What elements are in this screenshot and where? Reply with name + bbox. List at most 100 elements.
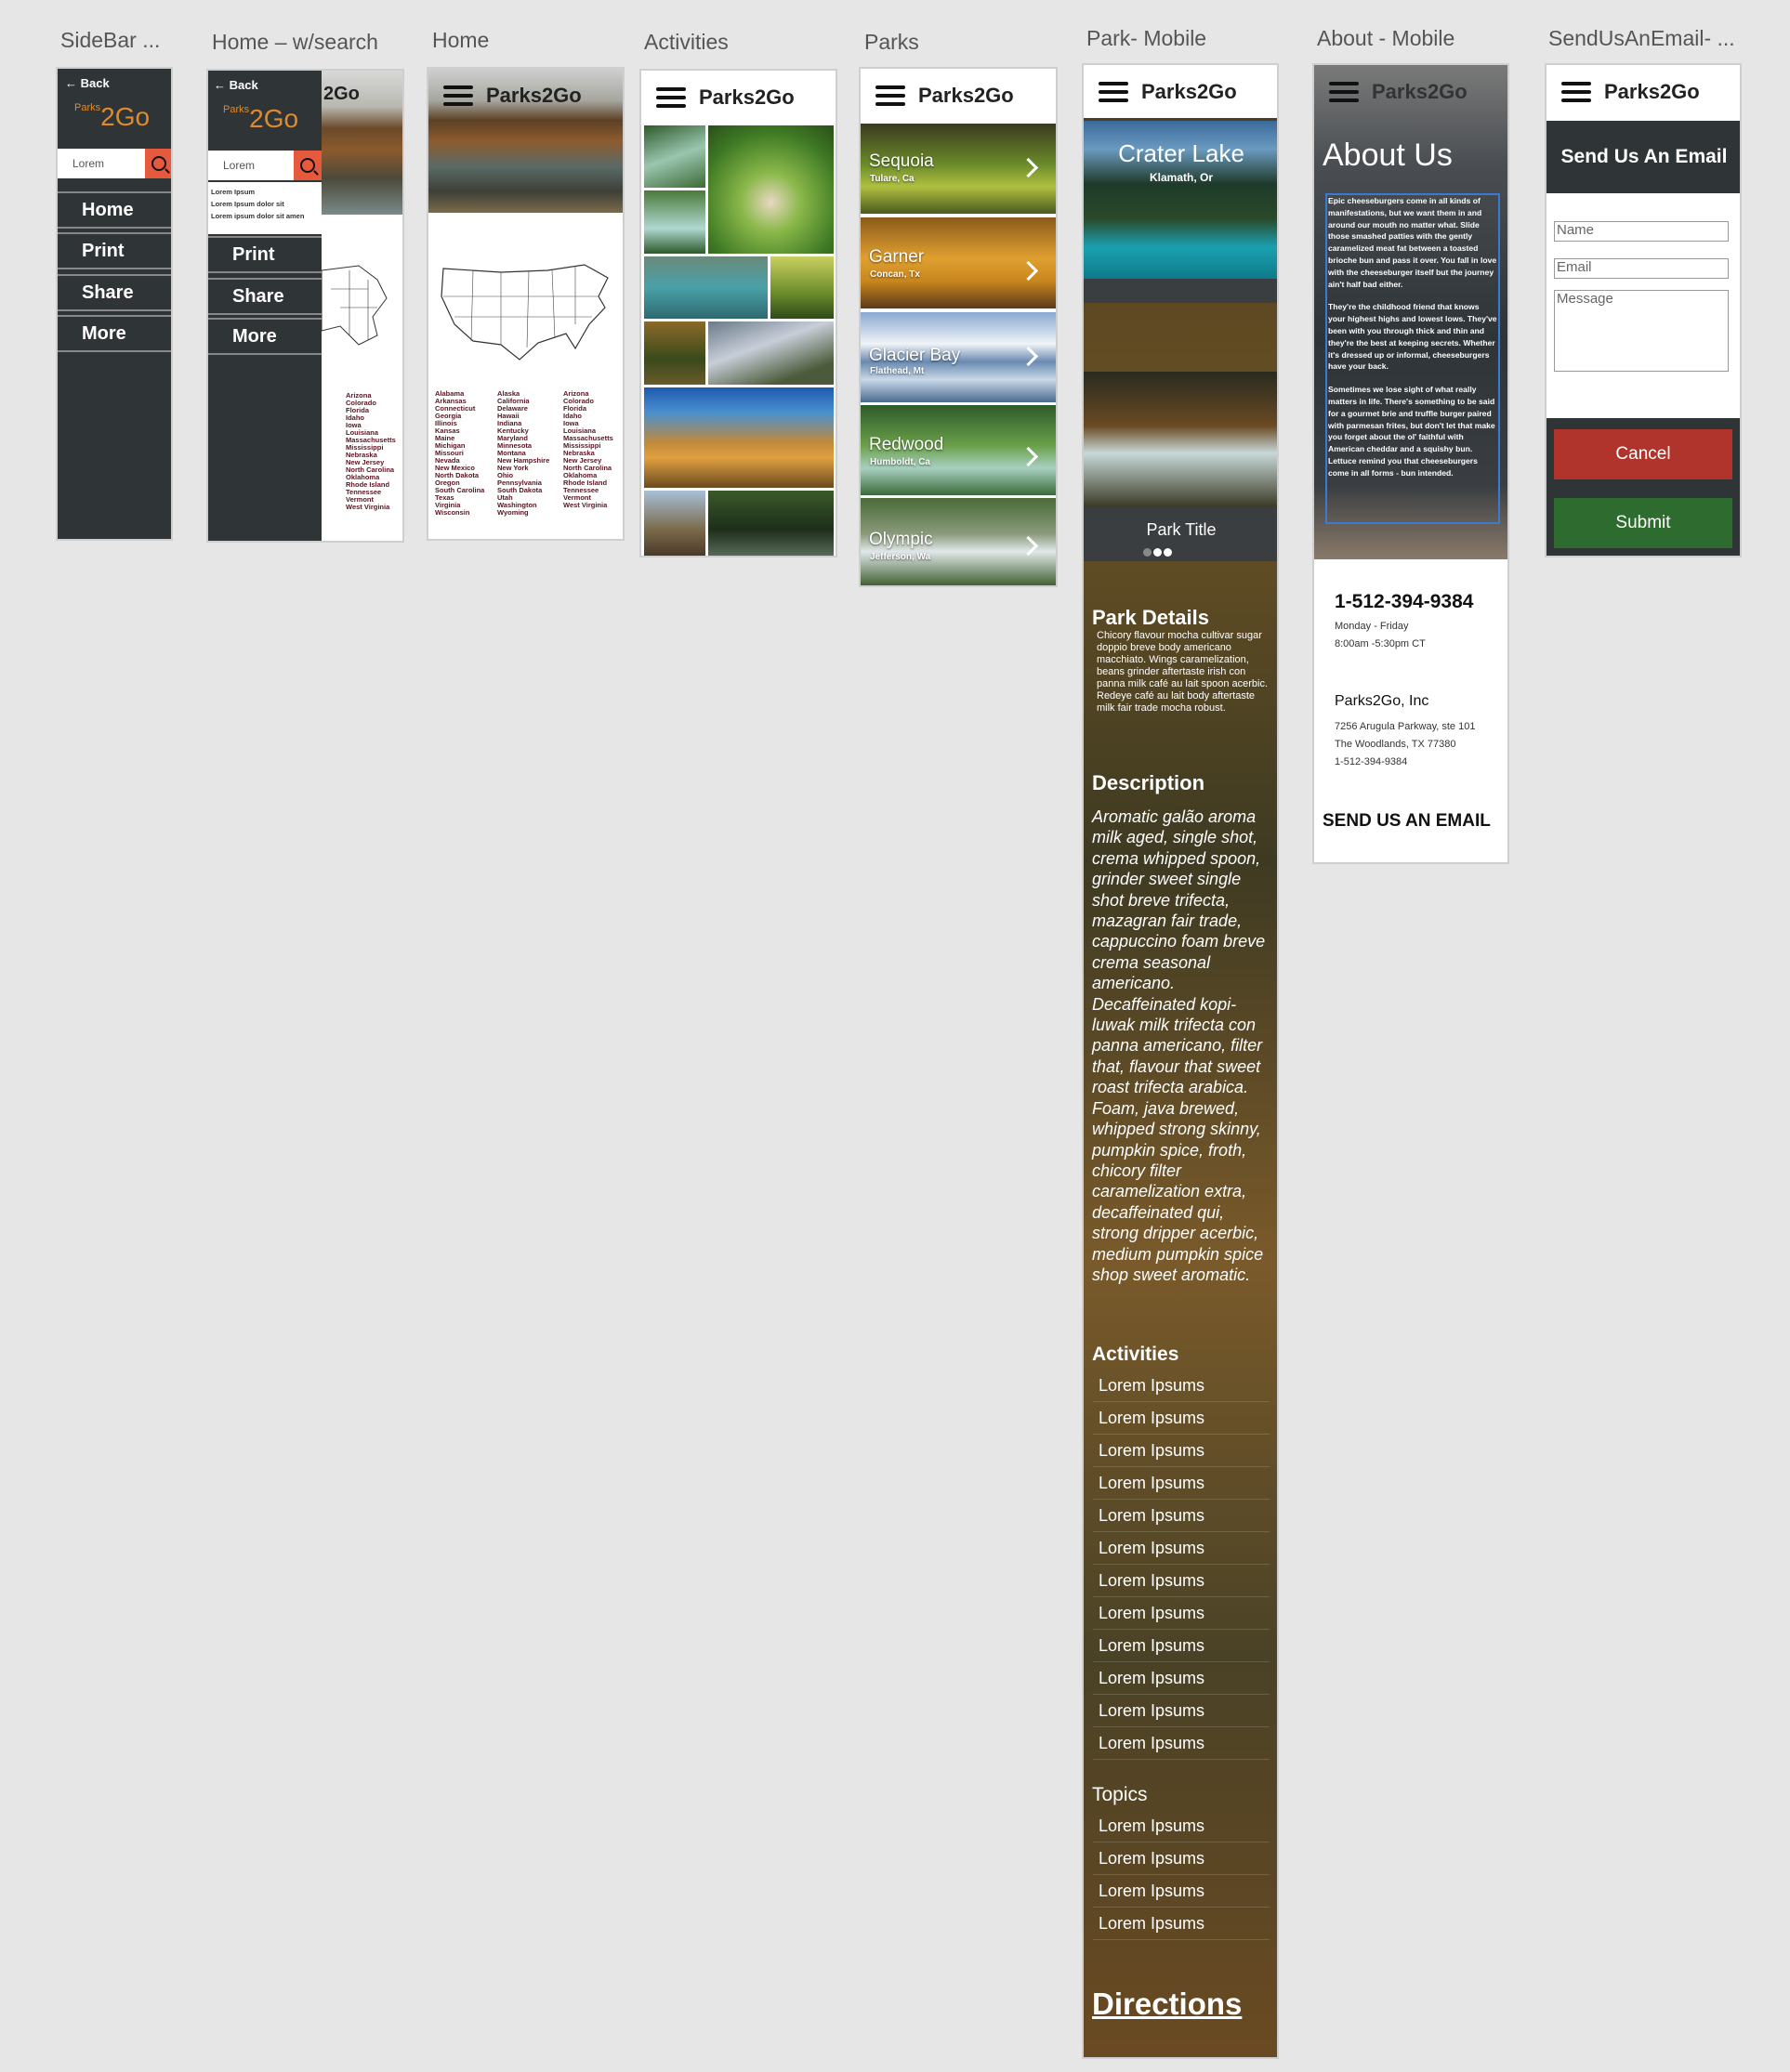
activity-item[interactable]: Lorem Ipsums	[1093, 1695, 1270, 1727]
artboard-label-sidebar: SideBar ...	[60, 28, 161, 52]
sidebar-item-share[interactable]: Share	[58, 274, 171, 311]
activity-item[interactable]: Lorem Ipsums	[1093, 1597, 1270, 1630]
carousel-dot[interactable]	[1153, 548, 1162, 557]
contact-phone[interactable]: 1-512-394-9384	[1335, 591, 1473, 613]
search-result[interactable]: Lorem ipsum dolor sit amen	[211, 210, 319, 222]
park-row[interactable]: Sequoia Tulare, Ca	[861, 124, 1056, 214]
hamburger-menu-icon[interactable]	[875, 85, 905, 106]
search-result[interactable]: Lorem Ipsum dolor sit	[211, 198, 319, 210]
activity-item[interactable]: Lorem Ipsums	[1093, 1630, 1270, 1662]
activity-item[interactable]: Lorem Ipsums	[1093, 1402, 1270, 1435]
brand-title: Parks2Go	[486, 83, 582, 107]
activity-item[interactable]: Lorem Ipsums	[1093, 1435, 1270, 1467]
activities-heading: Activities	[1092, 1344, 1179, 1365]
activity-item[interactable]: Lorem Ipsums	[1093, 1500, 1270, 1532]
carousel-caption: Park Title	[1084, 507, 1277, 561]
directions-link[interactable]: Directions	[1092, 1987, 1242, 2022]
search-result[interactable]: Lorem Ipsum	[211, 186, 319, 198]
park-name: Glacier Bay	[869, 346, 961, 365]
activity-item[interactable]: Lorem Ipsums	[1093, 1565, 1270, 1597]
chevron-right-icon	[1018, 157, 1039, 178]
park-row[interactable]: Garner Concan, Tx	[861, 217, 1056, 308]
activity-photo-forest[interactable]	[770, 256, 834, 319]
topic-item[interactable]: Lorem Ipsums	[1093, 1908, 1270, 1940]
logo-small-text: Parks	[74, 102, 101, 113]
name-field[interactable]: Name	[1554, 221, 1729, 242]
logo: Parks2Go	[74, 102, 150, 132]
carousel-photo[interactable]	[1084, 372, 1277, 507]
activity-photo-bridge[interactable]	[708, 491, 834, 556]
activity-photo-kayak[interactable]	[644, 256, 768, 319]
search-button[interactable]	[294, 151, 322, 180]
activity-photo-trees[interactable]	[644, 321, 705, 385]
hamburger-menu-icon[interactable]	[1561, 81, 1591, 102]
carousel-dots[interactable]	[1143, 548, 1172, 557]
activity-item[interactable]: Lorem Ipsums	[1093, 1370, 1270, 1402]
submit-button[interactable]: Submit	[1554, 498, 1732, 548]
hamburger-menu-icon[interactable]	[656, 86, 686, 108]
states-col-2: Alaska California Delaware Hawaii Indiana Ken…	[497, 389, 550, 517]
sidebar-panel: ← Back Parks2Go Lorem Lorem Ipsum Lorem …	[208, 71, 322, 541]
sidebar-item-more[interactable]: More	[208, 318, 322, 355]
chevron-right-icon	[1018, 535, 1039, 557]
park-name: Garner	[869, 247, 925, 267]
artboard-label-send-email: SendUsAnEmail- ...	[1548, 26, 1735, 50]
sidebar-item-more[interactable]: More	[58, 315, 171, 352]
activity-item[interactable]: Lorem Ipsums	[1093, 1662, 1270, 1695]
artboard-home-search: 2Go Arizona Colorado Florida Idaho Iowa Louis…	[206, 69, 404, 543]
topics-list: Lorem Ipsums Lorem Ipsums Lorem Ipsums L…	[1093, 1810, 1270, 1940]
email-title: Send Us An Email	[1560, 146, 1728, 167]
message-field[interactable]: Message	[1554, 290, 1729, 372]
activity-item[interactable]: Lorem Ipsums	[1093, 1727, 1270, 1760]
topic-item[interactable]: Lorem Ipsums	[1093, 1875, 1270, 1908]
artboard-label-activities: Activities	[644, 30, 729, 54]
activity-photo-stream[interactable]	[644, 190, 705, 254]
activity-photo-hiker[interactable]	[644, 491, 705, 556]
email-field[interactable]: Email	[1554, 258, 1729, 279]
search-button[interactable]	[145, 149, 171, 178]
hero-title: Crater Lake	[1118, 139, 1244, 167]
about-title: About Us	[1323, 138, 1453, 173]
us-map	[436, 259, 617, 371]
park-row[interactable]: Olympic Jefferson, Wa	[861, 498, 1056, 585]
topic-item[interactable]: Lorem Ipsums	[1093, 1843, 1270, 1875]
company-name: Parks2Go, Inc	[1335, 693, 1429, 709]
logo-big-text: 2Go	[249, 104, 299, 133]
back-label: Back	[229, 78, 258, 92]
hamburger-menu-icon[interactable]	[1329, 81, 1359, 102]
back-link[interactable]: ← Back	[65, 76, 110, 90]
back-link[interactable]: ← Back	[214, 78, 258, 92]
send-email-link[interactable]: SEND US AN EMAIL	[1323, 811, 1491, 832]
app-header: Parks2Go	[861, 69, 1056, 122]
search-input[interactable]: Lorem	[58, 149, 145, 178]
chevron-right-icon	[1018, 346, 1039, 367]
activity-photo-waterfall[interactable]	[644, 125, 705, 188]
park-row[interactable]: Glacier Bay Flathead, Mt	[861, 312, 1056, 402]
park-row[interactable]: Redwood Humboldt, Ca	[861, 405, 1056, 495]
search-input[interactable]: Lorem	[208, 151, 294, 180]
about-paragraph: Sometimes we lose sight of what really m…	[1328, 385, 1495, 478]
hamburger-menu-icon[interactable]	[443, 85, 473, 106]
sidebar-item-home[interactable]: Home	[58, 191, 171, 229]
sidebar-item-share[interactable]: Share	[208, 278, 322, 315]
carousel-dot[interactable]	[1164, 548, 1172, 557]
activity-photo-mountain[interactable]	[708, 321, 834, 385]
hero-subtitle: Klamath, Or	[1149, 171, 1213, 184]
activity-photo-cyclists[interactable]	[708, 125, 834, 254]
search-results: Lorem Ipsum Lorem Ipsum dolor sit Lorem …	[208, 182, 322, 234]
park-details-heading: Park Details	[1092, 606, 1209, 629]
activity-photo-biker[interactable]	[644, 387, 834, 488]
park-location: Humboldt, Ca	[870, 457, 930, 467]
hero-photo: Crater Lake Klamath, Or	[1084, 121, 1277, 279]
park-location: Jefferson, Wa	[870, 552, 931, 562]
activity-item[interactable]: Lorem Ipsums	[1093, 1467, 1270, 1500]
hamburger-menu-icon[interactable]	[1099, 81, 1128, 102]
carousel-dot[interactable]	[1143, 548, 1152, 557]
sidebar-item-print[interactable]: Print	[58, 232, 171, 269]
topic-item[interactable]: Lorem Ipsums	[1093, 1810, 1270, 1843]
artboard-activities: Parks2Go	[639, 69, 837, 557]
activity-item[interactable]: Lorem Ipsums	[1093, 1532, 1270, 1565]
sidebar-item-print[interactable]: Print	[208, 236, 322, 273]
park-location: Flathead, Mt	[870, 366, 925, 376]
cancel-button[interactable]: Cancel	[1554, 429, 1732, 479]
